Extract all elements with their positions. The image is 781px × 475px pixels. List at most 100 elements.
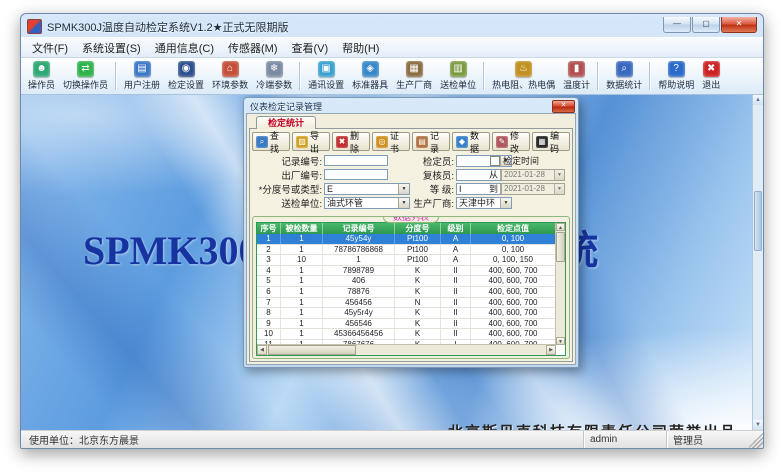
table-header-row: 序号被检数量记录编号分度号级别检定点值 bbox=[257, 223, 556, 234]
delete-button[interactable]: ✖删除 bbox=[332, 132, 370, 151]
toolbar-button-data-statistics[interactable]: ⌕数据统计 bbox=[602, 59, 646, 94]
table-cell: K bbox=[395, 308, 441, 318]
toolbar-button-manufacturer[interactable]: ▦生产厂商 bbox=[392, 59, 436, 94]
tab-statistics[interactable]: 检定统计 bbox=[256, 116, 316, 129]
column-header[interactable]: 记录编号 bbox=[323, 223, 395, 234]
table-row[interactable]: 8145y5r4yKII400, 600, 700 bbox=[257, 308, 556, 319]
table-horizontal-scrollbar[interactable]: ◀ ▶ bbox=[257, 344, 556, 355]
toolbar-separator bbox=[649, 62, 651, 90]
minimize-button[interactable]: — bbox=[663, 17, 691, 33]
table-row[interactable]: 1145y54yPt100A0, 100 bbox=[257, 234, 556, 245]
toolbar-button-label: 用户注册 bbox=[124, 78, 160, 91]
toolbar-button-thermometer[interactable]: ▮温度计 bbox=[559, 59, 594, 94]
menu-help[interactable]: 帮助(H) bbox=[335, 39, 386, 57]
menu-system-settings[interactable]: 系统设置(S) bbox=[75, 39, 148, 57]
horizontal-scroll-thumb[interactable] bbox=[268, 345, 356, 355]
menu-view[interactable]: 查看(V) bbox=[285, 39, 336, 57]
client-scroll-thumb[interactable] bbox=[754, 191, 762, 251]
dialog-title: 仪表检定记录管理 bbox=[250, 100, 322, 113]
table-cell: 8 bbox=[257, 308, 281, 318]
chevron-down-icon[interactable]: ▼ bbox=[554, 170, 564, 180]
maximize-button[interactable]: ▢ bbox=[692, 17, 720, 33]
manufacturer-combo[interactable]: 天津中环▼ bbox=[456, 197, 512, 209]
encode-button[interactable]: ▦编码 bbox=[532, 132, 570, 151]
record-no-input[interactable] bbox=[324, 155, 388, 166]
column-header[interactable]: 级别 bbox=[441, 223, 471, 234]
dialog-close-button[interactable]: ✕ bbox=[552, 100, 575, 113]
column-header[interactable]: 检定点值 bbox=[471, 223, 556, 234]
toolbar-button-exit[interactable]: ✖退出 bbox=[698, 59, 724, 94]
toolbar-button-help-doc[interactable]: ?帮助说明 bbox=[654, 59, 698, 94]
table-cell: 0, 100 bbox=[471, 234, 556, 244]
unit-combo[interactable]: 油式环管▼ bbox=[324, 197, 410, 209]
table-row[interactable]: 71456456NII400, 600, 700 bbox=[257, 298, 556, 309]
data-button[interactable]: ◆数据 bbox=[452, 132, 490, 151]
certificate-button[interactable]: ◎证书 bbox=[372, 132, 410, 151]
table-row[interactable]: 10145366456456KII400, 600, 700 bbox=[257, 329, 556, 340]
table-cell: 45y54y bbox=[323, 234, 395, 244]
type-combo[interactable]: E▼ bbox=[324, 183, 410, 195]
table-row[interactable]: 3101Pt100A0, 100, 150 bbox=[257, 255, 556, 266]
chevron-down-icon[interactable]: ▼ bbox=[500, 198, 511, 208]
scroll-down-icon[interactable]: ▼ bbox=[556, 337, 565, 345]
table-cell: 5 bbox=[257, 276, 281, 286]
modify-button[interactable]: ✎修改 bbox=[492, 132, 530, 151]
toolbar-button-cold-junction-params[interactable]: ❄冷端参数 bbox=[252, 59, 296, 94]
dialog-button-label: 证书 bbox=[390, 129, 406, 155]
export-button[interactable]: ▨导出 bbox=[292, 132, 330, 151]
records-table: 序号被检数量记录编号分度号级别检定点值 1145y54yPt100A0, 100… bbox=[256, 222, 566, 356]
delete-icon: ✖ bbox=[336, 136, 348, 148]
table-row[interactable]: 91456546KII400, 600, 700 bbox=[257, 319, 556, 330]
vertical-scroll-thumb[interactable] bbox=[556, 232, 565, 262]
to-label: 到 bbox=[489, 182, 498, 195]
chevron-down-icon[interactable]: ▼ bbox=[554, 184, 564, 194]
table-vertical-scrollbar[interactable]: ▲ ▼ bbox=[555, 223, 565, 345]
scroll-down-icon[interactable]: ▼ bbox=[753, 420, 763, 430]
table-cell: 45y5r4y bbox=[323, 308, 395, 318]
from-date-picker[interactable]: 2021-01-28▼ bbox=[501, 169, 565, 181]
toolbar-button-verify-settings[interactable]: ◉检定设置 bbox=[164, 59, 208, 94]
column-header[interactable]: 被检数量 bbox=[281, 223, 323, 234]
client-vertical-scrollbar[interactable]: ▲ ▼ bbox=[752, 95, 763, 430]
thermometer-icon: ▮ bbox=[568, 61, 585, 77]
menu-general-info[interactable]: 通用信息(C) bbox=[148, 39, 221, 57]
factory-no-input[interactable] bbox=[324, 169, 388, 180]
toolbar-button-environment-params[interactable]: ⌂环境参数 bbox=[208, 59, 252, 94]
table-cell: 400, 600, 700 bbox=[471, 298, 556, 308]
column-header[interactable]: 分度号 bbox=[395, 223, 441, 234]
toolbar-button-operator[interactable]: ☻操作员 bbox=[24, 59, 59, 94]
toolbar-button-standard-instruments[interactable]: ◈标准器具 bbox=[348, 59, 392, 94]
verify-time-checkbox[interactable] bbox=[490, 156, 500, 166]
scroll-up-icon[interactable]: ▲ bbox=[753, 95, 763, 105]
verify-time-label: 检定时间 bbox=[503, 154, 539, 167]
scroll-right-icon[interactable]: ▶ bbox=[546, 345, 556, 355]
column-header[interactable]: 序号 bbox=[257, 223, 281, 234]
table-row[interactable]: 51406KII400, 600, 700 bbox=[257, 276, 556, 287]
table-cell: II bbox=[441, 266, 471, 276]
table-row[interactable]: 417898789KII400, 600, 700 bbox=[257, 266, 556, 277]
search-button[interactable]: ⌕查找 bbox=[252, 132, 290, 151]
toolbar-button-user-register[interactable]: ▤用户注册 bbox=[120, 59, 164, 94]
help-doc-icon: ? bbox=[668, 61, 685, 77]
from-label: 从 bbox=[489, 168, 498, 181]
chevron-down-icon[interactable]: ▼ bbox=[398, 198, 409, 208]
table-row[interactable]: 6178876KII400, 600, 700 bbox=[257, 287, 556, 298]
scroll-left-icon[interactable]: ◀ bbox=[257, 345, 267, 355]
table-cell: 7898789 bbox=[323, 266, 395, 276]
to-date-picker[interactable]: 2021-01-28▼ bbox=[501, 183, 565, 195]
toolbar-button-rtd-thermocouple[interactable]: ♨热电阻、热电偶 bbox=[488, 59, 559, 94]
record-button[interactable]: ▤记录 bbox=[412, 132, 450, 151]
menu-sensor[interactable]: 传感器(M) bbox=[221, 39, 285, 57]
table-row[interactable]: 2178786786868Pt100A0, 100 bbox=[257, 245, 556, 256]
dialog-button-label: 查找 bbox=[270, 129, 286, 155]
menu-file[interactable]: 文件(F) bbox=[25, 39, 75, 57]
toolbar-button-switch-operator[interactable]: ⇄切换操作员 bbox=[59, 59, 112, 94]
scroll-up-icon[interactable]: ▲ bbox=[556, 223, 565, 231]
toolbar-button-inspection-unit[interactable]: ▥送检单位 bbox=[436, 59, 480, 94]
toolbar-button-comm-settings[interactable]: ▣通讯设置 bbox=[304, 59, 348, 94]
operator-icon: ☻ bbox=[33, 61, 50, 77]
close-button[interactable]: ✕ bbox=[721, 17, 757, 33]
toolbar-separator bbox=[299, 62, 301, 90]
resize-grip[interactable] bbox=[749, 431, 763, 448]
chevron-down-icon[interactable]: ▼ bbox=[398, 184, 409, 194]
